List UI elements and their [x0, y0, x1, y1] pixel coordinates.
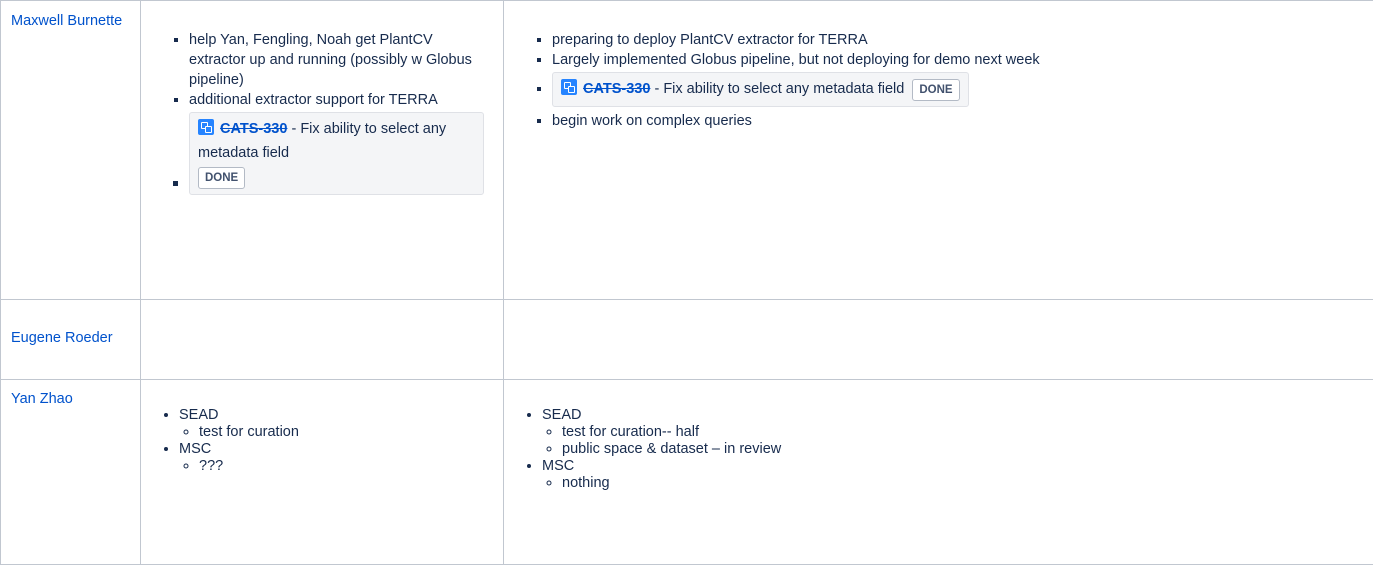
current-week-cell: preparing to deploy PlantCV extractor fo…	[504, 1, 1373, 300]
list-item: test for curation-- half	[562, 424, 1373, 441]
list-item: SEAD test for curation	[179, 407, 493, 441]
list-item: CATS-330 - Fix ability to select any met…	[552, 72, 1373, 107]
jira-issue-link[interactable]: CATS-330	[583, 81, 650, 97]
status-badge: DONE	[912, 79, 959, 101]
table-row: Maxwell Burnette help Yan, Fengling, Noa…	[1, 1, 1373, 300]
jira-subtask-icon	[198, 119, 214, 135]
current-week-cell: SEAD test for curation-- half public spa…	[504, 380, 1373, 565]
current-week-cell	[504, 300, 1373, 380]
list-item: ???	[199, 458, 493, 475]
list-item: SEAD test for curation-- half public spa…	[542, 407, 1373, 458]
person-link[interactable]: Maxwell Burnette	[11, 11, 130, 31]
previous-week-cell	[141, 300, 504, 380]
previous-week-cell: help Yan, Fengling, Noah get PlantCV ext…	[141, 1, 504, 300]
jira-subtask-icon	[561, 79, 577, 95]
previous-week-cell: SEAD test for curation MSC ???	[141, 380, 504, 565]
status-table: Maxwell Burnette help Yan, Fengling, Noa…	[0, 0, 1373, 565]
list-item: nothing	[562, 475, 1373, 492]
list-item: begin work on complex queries	[552, 111, 1373, 131]
list-item: additional extractor support for TERRA	[189, 90, 489, 110]
list-item: MSC ???	[179, 441, 493, 475]
jira-issue-summary: Fix ability to select any metadata field	[663, 81, 904, 97]
person-cell: Maxwell Burnette	[1, 1, 141, 300]
jira-issue-macro: CATS-330 - Fix ability to select any met…	[189, 112, 484, 195]
status-badge: DONE	[198, 167, 245, 189]
table-row: Eugene Roeder	[1, 300, 1373, 380]
person-link[interactable]: Yan Zhao	[11, 389, 130, 409]
list-item: MSC nothing	[542, 458, 1373, 492]
person-link[interactable]: Eugene Roeder	[11, 328, 130, 348]
bullet-icon	[173, 181, 178, 186]
list-item: CATS-330 - Fix ability to select any met…	[151, 110, 489, 195]
list-item: public space & dataset – in review	[562, 441, 1373, 458]
list-item: test for curation	[199, 424, 493, 441]
jira-issue-link[interactable]: CATS-330	[220, 121, 287, 137]
person-cell: Yan Zhao	[1, 380, 141, 565]
jira-issue-macro: CATS-330 - Fix ability to select any met…	[552, 72, 969, 107]
list-item: preparing to deploy PlantCV extractor fo…	[552, 30, 1373, 50]
list-item: Largely implemented Globus pipeline, but…	[552, 50, 1373, 70]
table-row: Yan Zhao SEAD test for curation MSC ??? …	[1, 380, 1373, 565]
person-cell: Eugene Roeder	[1, 300, 141, 380]
list-item: help Yan, Fengling, Noah get PlantCV ext…	[189, 30, 489, 90]
